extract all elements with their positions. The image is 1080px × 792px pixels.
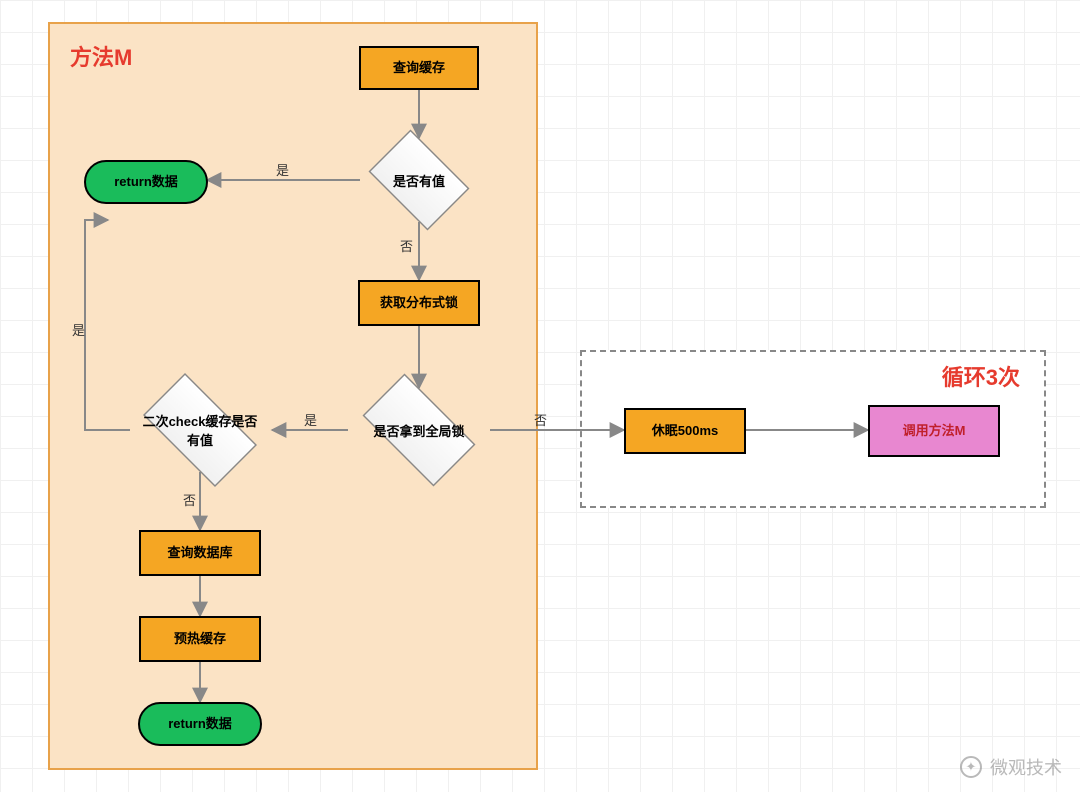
node-query-db: 查询数据库 xyxy=(139,530,261,576)
edge-label-yes: 是 xyxy=(276,160,289,179)
node-query-cache: 查询缓存 xyxy=(359,46,479,90)
watermark: ✦ 微观技术 xyxy=(960,754,1062,780)
node-get-lock: 获取分布式锁 xyxy=(358,280,480,326)
node-return-bottom: return数据 xyxy=(138,702,262,746)
edge-label-no: 否 xyxy=(183,490,196,509)
node-label: return数据 xyxy=(114,174,178,191)
node-label: 休眠500ms xyxy=(652,423,718,440)
container-method-m: 方法M xyxy=(48,22,538,770)
edge-label-yes: 是 xyxy=(72,320,85,339)
node-call-method-m: 调用方法M xyxy=(868,405,1000,457)
container-loop-title: 循环3次 xyxy=(942,360,1020,392)
node-label: 调用方法M xyxy=(903,423,966,440)
node-warm-cache: 预热缓存 xyxy=(139,616,261,662)
node-label: 获取分布式锁 xyxy=(380,295,458,312)
edge-label-no: 否 xyxy=(534,410,547,429)
node-sleep-500ms: 休眠500ms xyxy=(624,408,746,454)
node-label: 预热缓存 xyxy=(174,631,226,648)
edge-label-no: 否 xyxy=(400,236,413,255)
watermark-text: 微观技术 xyxy=(990,754,1062,780)
edge-label-yes: 是 xyxy=(304,410,317,429)
node-return-top: return数据 xyxy=(84,160,208,204)
diagram-canvas: 方法M 循环3次 xyxy=(0,0,1080,792)
wechat-icon: ✦ xyxy=(960,756,982,778)
container-method-m-title: 方法M xyxy=(70,40,132,72)
node-label: 查询缓存 xyxy=(393,60,445,77)
node-label: return数据 xyxy=(168,716,232,733)
node-label: 查询数据库 xyxy=(167,545,232,562)
